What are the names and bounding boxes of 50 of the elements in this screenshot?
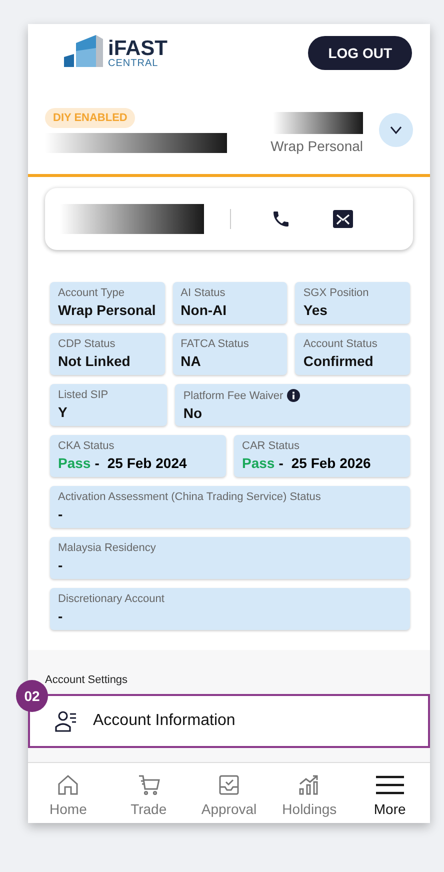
field-value: Yes	[303, 302, 328, 318]
field-value: Non-AI	[180, 302, 228, 318]
nav-tab[interactable]: Holdings	[269, 773, 350, 817]
field-label: CKA Status	[58, 440, 114, 452]
field-label: Account Type	[58, 287, 124, 299]
user-list-icon	[55, 710, 79, 732]
field-label: FATCA Status	[180, 338, 249, 350]
field-value: NA	[180, 353, 202, 369]
nav-tab[interactable]: Trade	[108, 773, 189, 817]
field-value: 25 Feb 2024	[107, 455, 187, 471]
field-label: SGX Position	[303, 287, 369, 299]
inbox-check-icon	[217, 773, 242, 797]
field-label: Malaysia Residency	[58, 542, 156, 554]
status-text: Pass	[58, 455, 91, 471]
menu-icon	[374, 773, 405, 797]
item-label: Account Information	[93, 712, 236, 730]
field-label: CAR Status	[242, 440, 300, 452]
field-value: 25 Feb 2026	[291, 455, 371, 471]
field-value: -	[58, 608, 64, 624]
field-value: -	[58, 557, 64, 573]
logo-subtitle: CENTRAL	[108, 58, 160, 68]
field-value: Confirmed	[303, 353, 374, 369]
nav-tab[interactable]: Approval	[188, 773, 270, 817]
cart-icon	[136, 773, 161, 797]
field-label: Platform Fee Waiver	[183, 390, 284, 402]
dash-text: -	[94, 455, 100, 471]
dash-text: -	[278, 455, 284, 471]
field-label: Discretionary Account	[58, 593, 164, 605]
field-value: No	[183, 405, 203, 421]
field-label: Listed SIP	[58, 389, 108, 401]
field-value: Wrap Personal	[58, 302, 157, 318]
account-type-text: Wrap Personal	[270, 138, 363, 154]
field-value: -	[58, 506, 64, 522]
diy-badge: DIY ENABLED	[45, 108, 136, 128]
home-icon	[56, 773, 80, 797]
info-icon[interactable]	[287, 389, 300, 402]
expand-button[interactable]	[379, 113, 413, 147]
field-label: Account Status	[303, 338, 378, 350]
mail-icon[interactable]	[333, 210, 353, 228]
nav-tab[interactable]: More	[350, 773, 430, 817]
phone-icon[interactable]	[271, 209, 291, 229]
status-text: Pass	[242, 455, 275, 471]
nav-tab[interactable]: Home	[28, 773, 108, 817]
field-label: CDP Status	[58, 338, 116, 350]
logout-button[interactable]: LOG OUT	[308, 36, 412, 70]
logo-name: iFAST	[108, 38, 168, 58]
field-value: Not Linked	[58, 353, 132, 369]
field-label: AI Status	[180, 287, 226, 299]
field-value: Y	[58, 404, 68, 420]
field-label: Activation Assessment (China Trading Service) Status	[58, 491, 321, 503]
